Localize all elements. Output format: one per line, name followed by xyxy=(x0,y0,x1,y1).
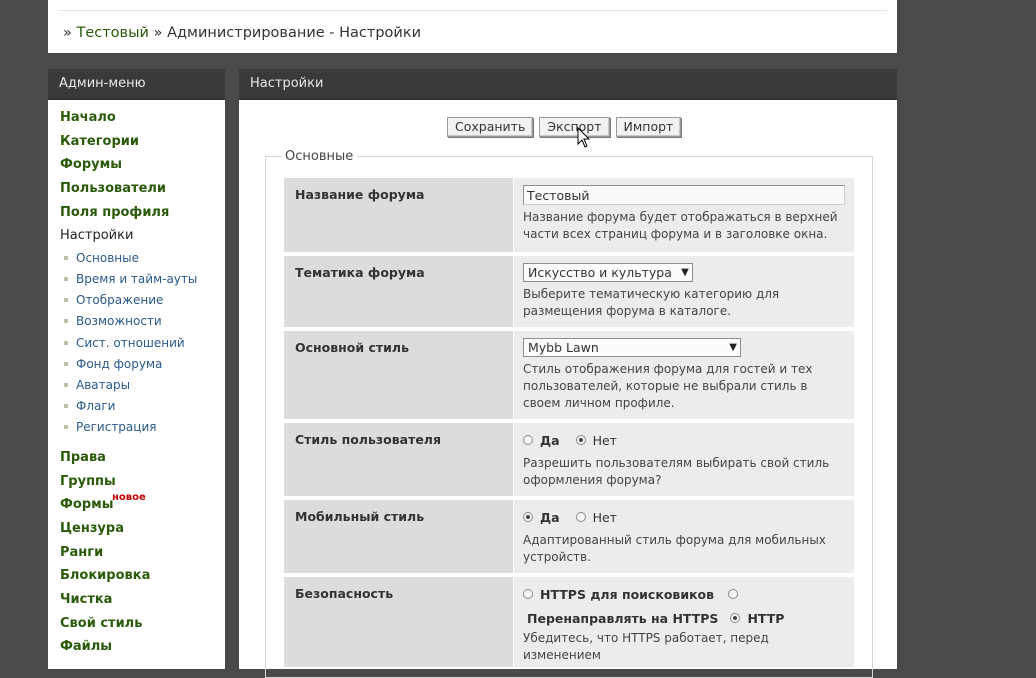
setting-label: Безопасность xyxy=(284,577,513,667)
setting-row-security: Безопасность HTTPS для поисковиков Перен… xyxy=(284,577,854,667)
divider xyxy=(58,10,887,11)
setting-row-main-style: Основной стиль Mybb Lawn ▼ Стиль отображ… xyxy=(284,331,854,419)
new-badge: новое xyxy=(112,492,146,504)
dropdown-arrow-icon: ▼ xyxy=(729,342,737,353)
mobile-style-no-radio[interactable] xyxy=(575,512,586,522)
setting-value: Да Нет Адаптированный стиль форума для м… xyxy=(514,500,854,573)
sidebar-item-settings[interactable]: Настройки xyxy=(60,224,225,248)
sidebar-item-home[interactable]: Начало xyxy=(60,106,225,130)
radio-label: Да xyxy=(540,432,560,448)
radio-label: Нет xyxy=(592,432,617,448)
basic-settings-fieldset: Основные Название форума Название форума… xyxy=(265,149,873,678)
submenu-item-basic[interactable]: Основные xyxy=(64,248,225,269)
setting-value: Название форума будет отображаться в вер… xyxy=(514,178,854,252)
sidebar-item-censorship[interactable]: Цензура xyxy=(60,517,225,541)
sidebar-item-bans[interactable]: Блокировка xyxy=(60,564,225,588)
radio-group: Да Нет xyxy=(523,430,845,450)
setting-row-mobile-style: Мобильный стиль Да Нет Адаптированный ст… xyxy=(284,500,854,573)
setting-row-user-style: Стиль пользователя Да Нет Разрешить поль… xyxy=(284,423,854,496)
submenu-item-features[interactable]: Возможности xyxy=(64,311,225,332)
save-button[interactable]: Сохранить xyxy=(447,117,534,137)
settings-panel: Настройки Сохранить Экспорт Импорт Основны… xyxy=(239,69,897,678)
setting-description: Адаптированный стиль форума для мобильны… xyxy=(523,533,826,564)
redirect-https-radio[interactable] xyxy=(728,589,739,599)
forum-name-input[interactable] xyxy=(523,185,845,205)
user-style-no-radio[interactable] xyxy=(575,435,586,445)
submenu-item-time[interactable]: Время и тайм-ауты xyxy=(64,269,225,290)
radio-group: HTTPS для поисковиков xyxy=(523,584,845,604)
fieldset-legend: Основные xyxy=(282,149,357,164)
setting-value: Да Нет Разрешить пользователям выбирать … xyxy=(514,423,854,496)
https-search-radio[interactable] xyxy=(523,589,533,599)
setting-label: Тематика форума xyxy=(284,256,513,327)
setting-value: HTTPS для поисковиков Перенаправлять на … xyxy=(514,577,854,667)
sidebar-item-files[interactable]: Файлы xyxy=(60,635,225,659)
radio-label: Нет xyxy=(592,509,617,525)
forum-topic-select[interactable]: Искусство и культура ▼ xyxy=(523,263,693,282)
breadcrumb-bar: » Тестовый » Администрирование - Настрой… xyxy=(48,0,897,53)
setting-value: Mybb Lawn ▼ Стиль отображения форума для… xyxy=(514,331,854,419)
setting-label: Мобильный стиль xyxy=(284,500,513,573)
admin-sidebar: Админ-меню Начало Категории Форумы Польз… xyxy=(48,69,225,669)
sidebar-item-ranks[interactable]: Ранги xyxy=(60,541,225,565)
setting-description: Разрешить пользователям выбирать свой ст… xyxy=(523,456,830,487)
breadcrumb-separator: » xyxy=(63,25,72,41)
submenu-item-relations[interactable]: Сист. отношений xyxy=(64,333,225,354)
setting-description: Выберите тематическую категорию для разм… xyxy=(523,287,780,318)
action-buttons: Сохранить Экспорт Импорт xyxy=(447,117,687,137)
submenu-item-fund[interactable]: Фонд форума xyxy=(64,354,225,375)
submenu-item-flags[interactable]: Флаги xyxy=(64,396,225,417)
sidebar-item-users[interactable]: Пользователи xyxy=(60,177,225,201)
setting-description: Стиль отображения форума для гостей и те… xyxy=(523,362,813,410)
settings-table: Название форума Название форума будет от… xyxy=(284,178,854,671)
sidebar-item-forms[interactable]: Формы новое xyxy=(60,492,225,517)
breadcrumb-separator: » xyxy=(153,25,163,41)
mobile-style-yes-radio[interactable] xyxy=(523,512,533,522)
submenu-item-registration[interactable]: Регистрация xyxy=(64,417,225,438)
select-value: Искусство и культура xyxy=(528,265,672,280)
main-style-select[interactable]: Mybb Lawn ▼ xyxy=(523,338,741,357)
breadcrumb-current: Администрирование - Настройки xyxy=(167,25,422,41)
sidebar-item-categories[interactable]: Категории xyxy=(60,130,225,154)
radio-label: Да xyxy=(540,509,560,525)
select-value: Mybb Lawn xyxy=(528,340,599,355)
setting-label: Название форума xyxy=(284,178,513,252)
radio-label: HTTPS для поисковиков xyxy=(540,586,715,602)
radio-label: HTTP xyxy=(747,610,785,626)
breadcrumb-home-link[interactable]: Тестовый xyxy=(76,25,149,41)
setting-value: Искусство и культура ▼ Выберите тематиче… xyxy=(514,256,854,327)
setting-row-forum-name: Название форума Название форума будет от… xyxy=(284,178,854,252)
setting-label: Основной стиль xyxy=(284,331,513,419)
sidebar-title: Админ-меню xyxy=(48,69,225,100)
sidebar-item-profile-fields[interactable]: Поля профиля xyxy=(60,201,225,225)
page-title: Настройки xyxy=(239,69,897,100)
dropdown-arrow-icon: ▼ xyxy=(681,267,689,278)
radio-group: Перенаправлять на HTTPS HTTP xyxy=(523,608,845,628)
sidebar-item-custom-style[interactable]: Свой стиль xyxy=(60,612,225,636)
breadcrumb: » Тестовый » Администрирование - Настрой… xyxy=(63,25,421,41)
radio-group: Да Нет xyxy=(523,507,845,527)
admin-menu-bottom: Права Группы Формы новое Цензура Ранги Б… xyxy=(48,444,225,659)
sidebar-item-prune[interactable]: Чистка xyxy=(60,588,225,612)
user-style-yes-radio[interactable] xyxy=(523,435,533,445)
http-radio[interactable] xyxy=(730,613,741,623)
sidebar-item-permissions[interactable]: Права xyxy=(60,446,225,470)
setting-row-forum-topic: Тематика форума Искусство и культура ▼ В… xyxy=(284,256,854,327)
sidebar-item-label: Формы xyxy=(60,497,114,513)
setting-description: Название форума будет отображаться в вер… xyxy=(523,210,838,241)
export-button[interactable]: Экспорт xyxy=(539,117,610,137)
import-button[interactable]: Импорт xyxy=(615,117,682,137)
mouse-cursor-icon xyxy=(577,127,591,148)
settings-submenu: Основные Время и тайм-ауты Отображение В… xyxy=(48,248,225,444)
submenu-item-avatars[interactable]: Аватары xyxy=(64,375,225,396)
setting-label: Стиль пользователя xyxy=(284,423,513,496)
setting-description: Убедитесь, что HTTPS работает, перед изм… xyxy=(523,631,769,662)
radio-label: Перенаправлять на HTTPS xyxy=(527,610,719,626)
admin-menu: Начало Категории Форумы Пользователи Пол… xyxy=(48,100,225,248)
sidebar-item-forums[interactable]: Форумы xyxy=(60,153,225,177)
submenu-item-display[interactable]: Отображение xyxy=(64,290,225,311)
